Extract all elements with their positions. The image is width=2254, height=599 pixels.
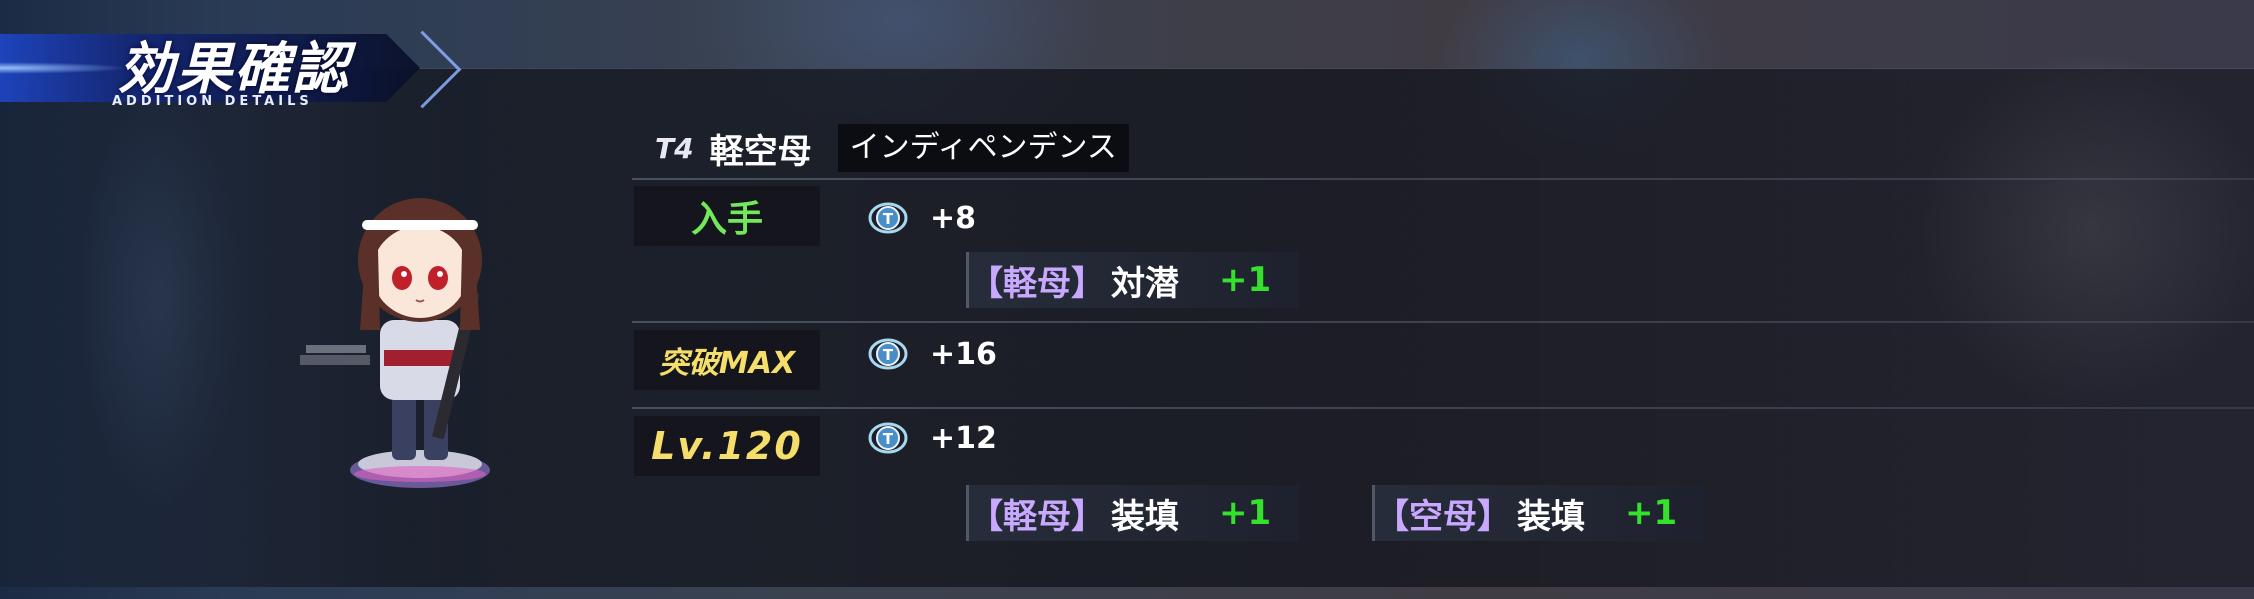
page-subtitle: ADDITION DETAILS — [112, 94, 313, 109]
row-divider — [632, 178, 2254, 180]
bonus-ship-type: 軽母 — [1003, 496, 1071, 537]
tag-limit-break-max: 突破MAX — [634, 330, 820, 390]
tech-point-icon: T — [868, 422, 908, 454]
stat-bonus: 【 空母 】 装填 +1 — [1372, 485, 1706, 541]
tag-obtain: 入手 — [634, 186, 820, 246]
bracket-close: 】 — [1071, 263, 1105, 304]
stat-bonus: 【 軽母 】 対潜 +1 — [966, 252, 1300, 308]
ship-name: インディペンデンス — [837, 124, 1129, 172]
tech-points-value: +12 — [930, 420, 997, 456]
bonus-stat: 装填 — [1111, 496, 1179, 537]
tag-label: 突破MAX — [658, 346, 796, 381]
header-glow — [0, 62, 130, 74]
bonus-value: +1 — [1219, 260, 1272, 300]
bonus-value: +1 — [1625, 493, 1678, 533]
section-header: 効果確認 ADDITION DETAILS — [0, 24, 462, 110]
tech-points-row: T +12 — [868, 420, 997, 456]
stat-bonus: 【 軽母 】 装填 +1 — [966, 485, 1300, 541]
header-chevron — [383, 30, 462, 109]
bracket-open: 【 — [1375, 496, 1409, 537]
tech-points-row: T +16 — [868, 336, 997, 372]
character-portrait — [300, 198, 490, 488]
bonus-stat: 対潜 — [1111, 263, 1179, 304]
tech-point-icon: T — [868, 202, 908, 234]
bracket-close: 】 — [1477, 496, 1511, 537]
row-divider — [632, 321, 2254, 323]
ship-tier: T4 — [655, 131, 694, 165]
tech-points-value: +16 — [930, 336, 997, 372]
tag-label: 入手 — [690, 199, 763, 240]
ship-header: T4 軽空母 インディペンデンス — [655, 124, 1129, 172]
tag-label: Lv.120 — [651, 424, 803, 468]
bracket-close: 】 — [1071, 496, 1105, 537]
row-divider — [632, 407, 2254, 409]
bonus-ship-type: 軽母 — [1003, 263, 1071, 304]
tag-level-120: Lv.120 — [634, 416, 820, 476]
bonus-ship-type: 空母 — [1409, 496, 1477, 537]
svg-text:T: T — [883, 210, 894, 228]
bonus-value: +1 — [1219, 493, 1272, 533]
tech-point-icon: T — [868, 338, 908, 370]
page-title: 効果確認 — [118, 37, 350, 102]
tech-points-row: T +8 — [868, 200, 976, 236]
bonus-stat: 装填 — [1517, 496, 1585, 537]
bracket-open: 【 — [969, 263, 1003, 304]
bracket-open: 【 — [969, 496, 1003, 537]
svg-text:T: T — [883, 346, 894, 364]
tech-points-value: +8 — [930, 200, 977, 236]
ship-type: 軽空母 — [709, 131, 812, 172]
svg-text:T: T — [883, 430, 894, 448]
